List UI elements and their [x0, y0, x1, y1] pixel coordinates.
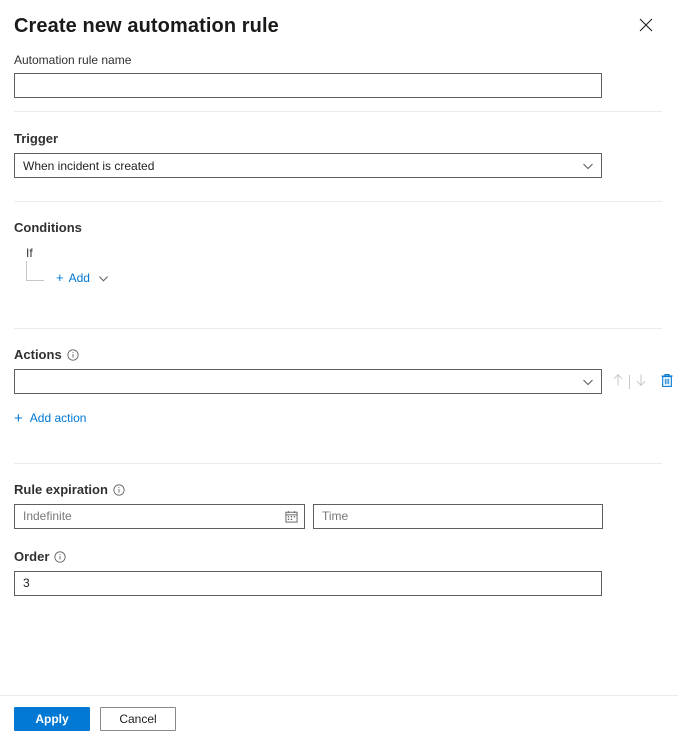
action-item-row [14, 369, 664, 394]
divider [629, 375, 630, 389]
actions-label-text: Actions [14, 346, 62, 364]
add-action-label: Add action [30, 410, 87, 426]
rule-name-input[interactable] [14, 73, 602, 98]
rule-name-label: Automation rule name [14, 52, 664, 68]
action-controls [609, 370, 678, 394]
conditions-label-text: Conditions [14, 219, 82, 237]
delete-action-button[interactable] [656, 370, 678, 394]
panel-header: Create new automation rule [0, 0, 678, 52]
order-label: Order [14, 548, 664, 566]
panel-footer: Apply Cancel [0, 695, 678, 731]
plus-icon: + [14, 411, 23, 426]
info-icon[interactable] [67, 349, 79, 361]
expiration-date-input[interactable] [14, 504, 305, 529]
trigger-section: Trigger When incident is created [14, 112, 664, 191]
actions-section: Actions [14, 329, 664, 441]
rule-expiration-label-text: Rule expiration [14, 481, 108, 499]
trigger-select-value[interactable]: When incident is created [14, 153, 602, 178]
move-action-up-button[interactable] [609, 370, 627, 394]
expiration-fields-row [14, 504, 664, 529]
actions-label: Actions [14, 346, 664, 364]
trash-icon [660, 373, 674, 391]
add-condition-label: Add [69, 270, 90, 286]
trigger-select[interactable]: When incident is created [14, 153, 602, 178]
info-icon[interactable] [113, 484, 125, 496]
conditions-label: Conditions [14, 219, 664, 237]
page-title: Create new automation rule [14, 15, 279, 38]
arrow-down-icon [635, 373, 647, 390]
order-input[interactable] [14, 571, 602, 596]
trigger-label-text: Trigger [14, 130, 58, 148]
rule-expiration-label: Rule expiration [14, 481, 664, 499]
action-select-value[interactable] [14, 369, 602, 394]
move-action-down-button[interactable] [632, 370, 650, 394]
rule-name-section: Automation rule name [14, 52, 664, 111]
expiration-time-input[interactable] [313, 504, 603, 529]
info-icon[interactable] [54, 551, 66, 563]
arrow-up-icon [612, 373, 624, 390]
create-automation-rule-panel: Create new automation rule Automation ru… [0, 0, 678, 731]
close-button[interactable] [632, 11, 660, 39]
panel-body: Automation rule name Trigger When incide… [0, 52, 678, 609]
order-label-text: Order [14, 548, 49, 566]
tree-connector [26, 261, 44, 281]
plus-icon: + [56, 270, 64, 286]
action-select[interactable] [14, 369, 602, 394]
expiration-date-field [14, 504, 305, 529]
cancel-button[interactable]: Cancel [100, 707, 176, 731]
conditions-section: Conditions If + Add [14, 202, 664, 304]
order-section: Order [14, 537, 664, 609]
add-action-button[interactable]: + Add action [14, 410, 86, 426]
conditions-if-label: If [26, 245, 664, 261]
add-condition-button[interactable]: + Add [56, 270, 109, 286]
conditions-add-row: + Add [26, 261, 664, 291]
chevron-down-icon[interactable] [98, 273, 109, 284]
trigger-label: Trigger [14, 130, 664, 148]
rule-expiration-section: Rule expiration [14, 464, 664, 537]
close-icon [639, 18, 653, 32]
apply-button[interactable]: Apply [14, 707, 90, 731]
